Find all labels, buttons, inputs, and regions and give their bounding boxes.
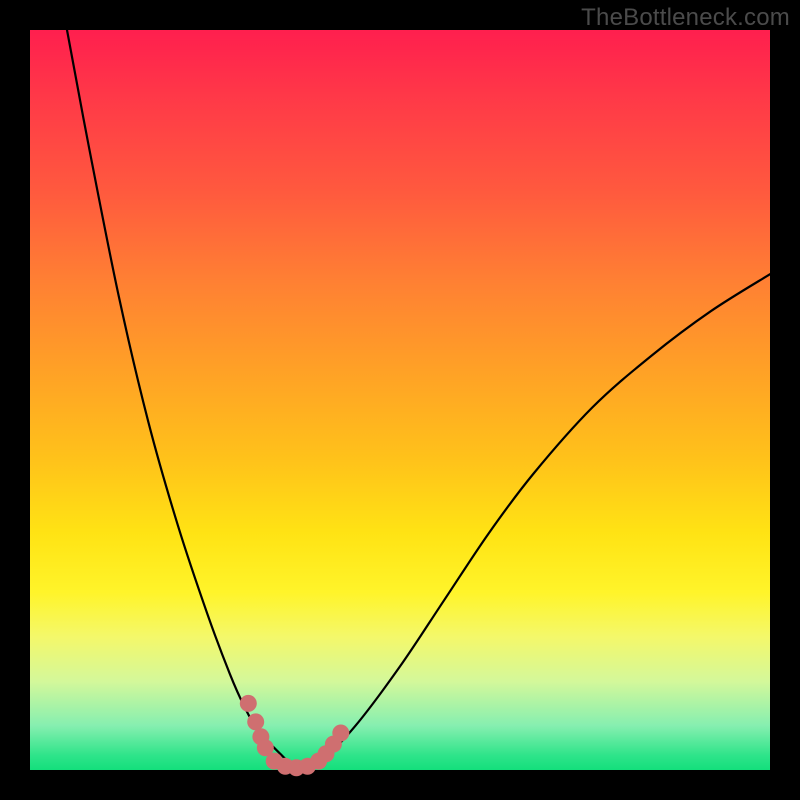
marker-dot (332, 725, 349, 742)
watermark-text: TheBottleneck.com (581, 4, 790, 32)
chart-frame: TheBottleneck.com (0, 0, 800, 800)
right-rising-curve (296, 274, 770, 770)
left-falling-curve (67, 30, 296, 770)
marker-dot (247, 713, 264, 730)
marker-dot (240, 695, 257, 712)
marker-dots (240, 695, 349, 776)
plot-area (30, 30, 770, 770)
curve-layer (30, 30, 770, 770)
